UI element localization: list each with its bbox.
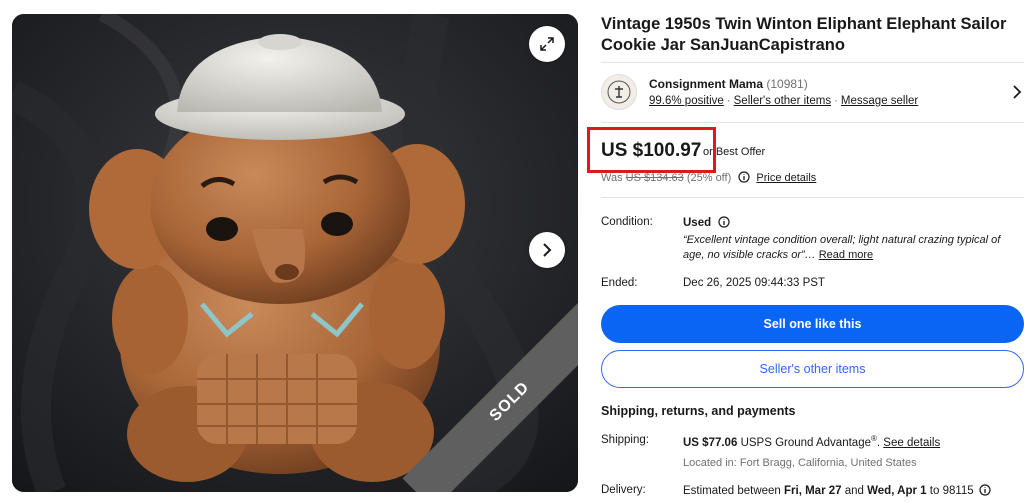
best-offer-text: or Best Offer: [703, 146, 766, 158]
shipping-amount: US $77.06: [683, 436, 738, 449]
read-more-link[interactable]: Read more: [819, 249, 873, 261]
divider: [601, 122, 1024, 123]
delivery-label: Delivery:: [601, 484, 646, 496]
discount-text: (25% off): [686, 172, 732, 184]
delivery-prefix: Estimated between: [683, 485, 781, 497]
info-icon[interactable]: [979, 484, 991, 496]
shipping-label: Shipping:: [601, 434, 649, 446]
condition-description: “Excellent vintage condition overall; li…: [683, 233, 1021, 263]
shipping-punct: .: [876, 436, 881, 449]
price-details-link[interactable]: Price details: [756, 172, 816, 184]
shipping-section-title: Shipping, returns, and payments: [601, 404, 796, 418]
message-seller-link[interactable]: Message seller: [841, 95, 918, 107]
info-icon[interactable]: [718, 216, 730, 228]
divider: [601, 197, 1024, 198]
delivery-end: Wed, Apr 1: [867, 485, 927, 497]
seller-links: 99.6% positive · Seller's other items · Mess…: [649, 95, 919, 107]
shipping-service: USPS Ground Advantage: [740, 436, 871, 449]
expand-image-button[interactable]: [529, 26, 565, 62]
sellers-other-items-button[interactable]: Seller's other items: [601, 350, 1024, 388]
divider: [601, 62, 1024, 63]
ended-label: Ended:: [601, 277, 638, 289]
seller-card[interactable]: Consignment Mama (10981) 99.6% positive ·…: [601, 72, 1024, 116]
shipping-location: Located in: Fort Bragg, California, Unit…: [683, 457, 917, 469]
chevron-right-icon: [543, 243, 552, 257]
was-price: US $134.63: [625, 172, 684, 184]
ended-value: Dec 26, 2025 09:44:33 PST: [683, 277, 825, 289]
next-image-button[interactable]: [529, 232, 565, 268]
was-prefix: Was: [601, 172, 623, 184]
seller-logo[interactable]: [601, 74, 637, 110]
condition-label: Condition:: [601, 216, 653, 228]
seller-feedback-count: (10981): [766, 77, 808, 91]
see-details-link[interactable]: See details: [883, 437, 940, 449]
listing-title: Vintage 1950s Twin Winton Eliphant Eleph…: [601, 15, 1007, 54]
info-icon[interactable]: [738, 171, 750, 183]
expand-icon: [540, 37, 554, 51]
delivery-to: to 98115: [929, 485, 974, 497]
chevron-right-icon[interactable]: [1012, 85, 1022, 99]
seller-positive-link[interactable]: 99.6% positive: [649, 95, 724, 107]
delivery-and: and: [844, 485, 864, 497]
condition-value-line: Used: [683, 216, 730, 229]
seller-other-items-link[interactable]: Seller's other items: [734, 95, 831, 107]
condition-value: Used: [683, 217, 712, 229]
price-current: US $100.97: [601, 140, 702, 161]
seller-name-line: Consignment Mama (10981): [649, 77, 808, 91]
delivery-start: Fri, Mar 27: [784, 485, 842, 497]
seller-name[interactable]: Consignment Mama: [649, 77, 763, 91]
image-gallery[interactable]: SOLD: [12, 14, 578, 492]
delivery-value: Estimated between Fri, Mar 27 and Wed, A…: [683, 484, 991, 497]
sell-one-like-this-button[interactable]: Sell one like this: [601, 305, 1024, 343]
seller-logo-icon: [607, 80, 631, 104]
was-price-line: Was US $134.63 (25% off) Price details: [601, 171, 816, 184]
shipping-value: US $77.06 USPS Ground Advantage®. See de…: [683, 434, 940, 449]
